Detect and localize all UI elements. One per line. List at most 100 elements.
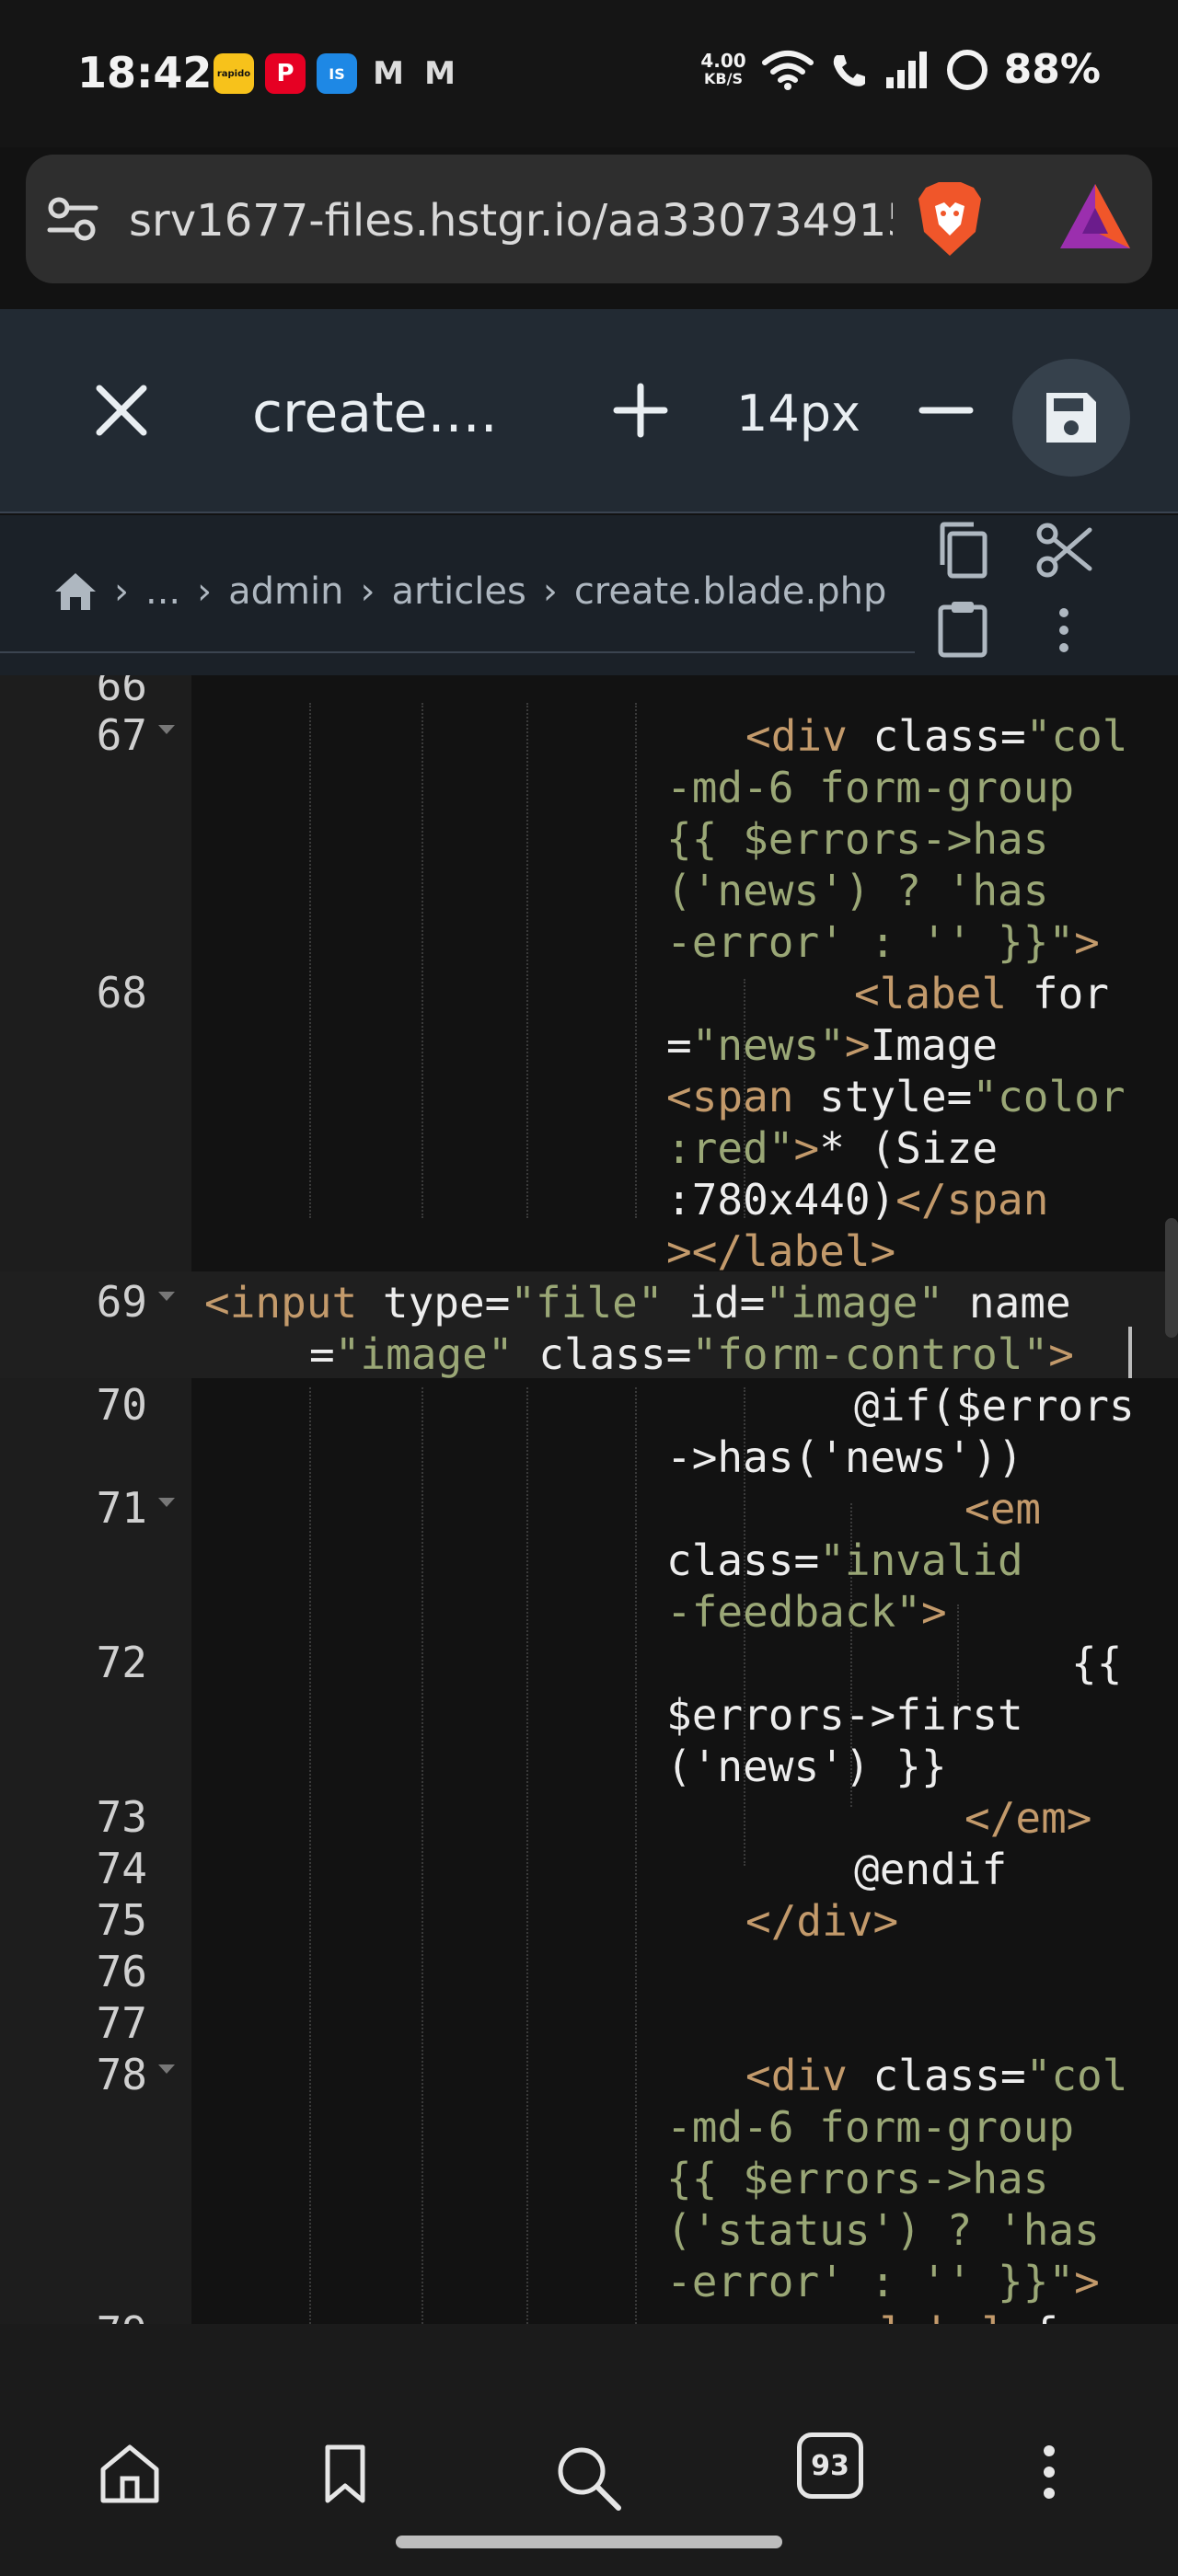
code-token: > xyxy=(1074,917,1100,967)
paste-icon[interactable] xyxy=(935,598,990,659)
breadcrumb-item[interactable]: ... xyxy=(145,570,180,613)
code-line[interactable]: </em> xyxy=(964,1792,1091,1844)
network-speed: 4.00 KB/S xyxy=(700,52,745,88)
status-time: 18:42 xyxy=(77,48,213,98)
fold-arrow-icon[interactable] xyxy=(158,1292,175,1301)
code-token: {{ $errors->has xyxy=(666,2154,1049,2203)
code-line[interactable]: -md-6 form-group xyxy=(666,762,1074,813)
code-line[interactable]: <div class="col xyxy=(745,710,1127,762)
gesture-home-bar[interactable] xyxy=(396,2536,782,2548)
tab-switcher-button[interactable]: 93 xyxy=(797,2432,863,2499)
code-token: <span xyxy=(666,1072,820,1121)
code-line[interactable]: <input type="file" id="image" name xyxy=(204,1277,1071,1328)
home-icon[interactable] xyxy=(98,2444,162,2504)
code-line[interactable]: ="image" class="form-control"> xyxy=(309,1328,1074,1380)
code-token: {{ $errors->has xyxy=(666,814,1049,864)
code-line[interactable]: {{ xyxy=(1071,1638,1122,1689)
breadcrumb-item[interactable]: articles xyxy=(392,570,526,613)
fold-arrow-icon[interactable] xyxy=(158,725,175,734)
code-line[interactable]: {{ $errors->has xyxy=(666,813,1048,865)
code-token: = xyxy=(946,1072,973,1121)
rapido-icon: rapido xyxy=(214,53,254,94)
code-token: <label xyxy=(854,2308,1033,2324)
code-line[interactable]: -feedback"> xyxy=(666,1586,947,1638)
code-token: = xyxy=(484,1278,511,1328)
cut-icon[interactable] xyxy=(1034,521,1093,580)
more-vert-icon[interactable] xyxy=(1040,2444,1058,2501)
code-line[interactable]: :red">* (Size xyxy=(666,1122,998,1174)
indent-guide xyxy=(309,1387,311,2324)
wifi-icon xyxy=(761,50,814,90)
code-line[interactable]: ('news') }} xyxy=(666,1741,947,1792)
code-token: "news" xyxy=(691,1020,845,1070)
code-line[interactable]: ->has('news')) xyxy=(666,1432,1023,1483)
code-token: :780x440) xyxy=(666,1175,896,1225)
code-line[interactable]: <label for xyxy=(854,968,1109,1019)
code-token: = xyxy=(309,1329,335,1379)
brave-rewards-icon[interactable] xyxy=(1057,180,1134,254)
code-token: = xyxy=(665,1329,692,1379)
code-token: > xyxy=(1048,1329,1074,1379)
pinterest-icon: P xyxy=(265,53,306,94)
save-button[interactable] xyxy=(1012,359,1130,477)
site-settings-icon[interactable] xyxy=(46,195,99,243)
code-token: class xyxy=(872,2051,1000,2100)
copy-icon[interactable] xyxy=(935,521,990,580)
code-line[interactable]: -md-6 form-group xyxy=(666,2101,1074,2153)
chevron-right-icon: › xyxy=(542,570,558,613)
save-icon xyxy=(1046,393,1096,443)
code-token: -md-6 form-group xyxy=(666,2102,1075,2152)
indent-guide xyxy=(526,703,528,1218)
code-token: {{ xyxy=(1071,1639,1123,1688)
fold-arrow-icon[interactable] xyxy=(158,1498,175,1507)
code-line[interactable]: {{ $errors->has xyxy=(666,2153,1048,2204)
home-icon[interactable] xyxy=(53,571,98,612)
code-token: -feedback" xyxy=(666,1587,921,1637)
code-line[interactable]: ('news') ? 'has xyxy=(666,865,1048,916)
code-token: <div xyxy=(745,711,873,761)
search-icon[interactable] xyxy=(554,2444,622,2512)
code-token: > xyxy=(1074,2257,1100,2306)
close-icon[interactable] xyxy=(92,381,151,440)
code-token: ->has('news')) xyxy=(666,1432,1023,1482)
code-line[interactable]: <label for xyxy=(854,2307,1109,2324)
code-token: :red" xyxy=(666,1123,794,1173)
more-vert-icon[interactable] xyxy=(1055,607,1073,653)
fold-arrow-icon[interactable] xyxy=(158,2064,175,2074)
code-line[interactable]: <em xyxy=(964,1483,1041,1535)
decrease-font-icon[interactable] xyxy=(917,381,976,440)
chevron-right-icon: › xyxy=(114,570,129,613)
breadcrumb-item[interactable]: create.blade.php xyxy=(574,570,887,613)
code-line[interactable]: $errors->first xyxy=(666,1689,1023,1741)
code-line[interactable]: :780x440)</span xyxy=(666,1174,1048,1225)
brave-shields-icon[interactable] xyxy=(913,178,987,259)
bookmark-icon[interactable] xyxy=(322,2444,368,2504)
status-bar: 18:42 rapido P IS M M 4.00 KB/S 88% xyxy=(0,0,1178,147)
code-line[interactable]: ('status') ? 'has xyxy=(666,2204,1100,2256)
code-line[interactable]: -error' : '' }}"> xyxy=(666,916,1100,968)
is-icon: IS xyxy=(317,53,357,94)
code-line[interactable]: @if($errors xyxy=(854,1380,1135,1432)
battery-ring-icon xyxy=(946,49,987,90)
code-line[interactable]: ="news">Image xyxy=(666,1019,998,1071)
line-number: 76 xyxy=(96,1947,147,1996)
code-line[interactable]: </div> xyxy=(745,1895,898,1947)
code-line[interactable]: -error' : '' }}"> xyxy=(666,2256,1100,2307)
code-token: = xyxy=(793,1535,820,1585)
code-line[interactable]: <div class="col xyxy=(745,2050,1127,2101)
code-line[interactable]: @endif xyxy=(854,1844,1007,1895)
scrollbar-thumb[interactable] xyxy=(1165,1218,1178,1338)
indent-guide xyxy=(422,1387,423,2324)
code-editor[interactable]: 66 67 68 69 70 71 72 73 74 75 76 77 78 7… xyxy=(0,675,1178,2324)
line-number: 79 xyxy=(0,2307,147,2324)
code-line[interactable]: class="invalid xyxy=(666,1535,1023,1586)
code-line[interactable]: ></label> xyxy=(666,1225,895,1277)
breadcrumb-item[interactable]: admin xyxy=(228,570,343,613)
code-token: * (Size xyxy=(819,1123,999,1173)
increase-font-icon[interactable] xyxy=(611,381,670,440)
url-bar[interactable]: srv1677-files.hstgr.io/aa33073491588 xyxy=(26,155,1152,283)
code-token: = xyxy=(999,2051,1026,2100)
url-text[interactable]: srv1677-files.hstgr.io/aa33073491588 xyxy=(129,195,893,247)
code-token: type xyxy=(382,1278,485,1328)
code-line[interactable]: <span style="color xyxy=(666,1071,1126,1122)
